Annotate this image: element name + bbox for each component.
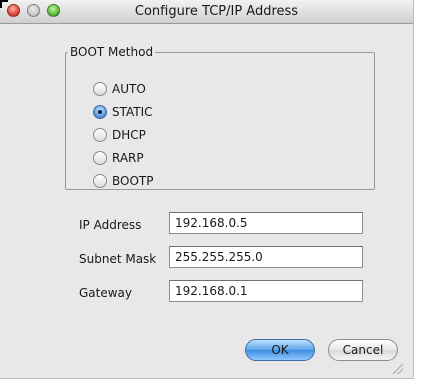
boot-method-legend: BOOT Method: [70, 45, 154, 59]
radio-rarp-button[interactable]: [93, 151, 107, 165]
corner-mark: [0, 0, 8, 8]
radio-rarp-label: RARP: [112, 151, 144, 165]
boot-method-group: BOOT Method AUTO STATIC DHCP RARP BOOTP: [65, 45, 375, 190]
radio-bootp[interactable]: BOOTP: [93, 172, 153, 190]
radio-dhcp-button[interactable]: [93, 128, 107, 142]
radio-static-button[interactable]: [93, 105, 107, 119]
radio-dhcp-label: DHCP: [112, 128, 146, 142]
window-title: Configure TCP/IP Address: [134, 4, 299, 19]
subnet-mask-label: Subnet Mask: [79, 252, 157, 266]
gateway-field[interactable]: [169, 280, 363, 302]
title-bar: Configure TCP/IP Address: [0, 0, 413, 24]
gateway-label: Gateway: [79, 286, 133, 300]
ip-address-field[interactable]: [169, 212, 363, 234]
ok-button[interactable]: OK: [245, 339, 315, 361]
radio-static[interactable]: STATIC: [93, 103, 153, 121]
radio-rarp[interactable]: RARP: [93, 149, 144, 167]
radio-bootp-button[interactable]: [93, 174, 107, 188]
radio-auto-button[interactable]: [93, 82, 107, 96]
radio-auto[interactable]: AUTO: [93, 80, 146, 98]
radio-auto-label: AUTO: [112, 82, 146, 96]
radio-bootp-label: BOOTP: [112, 174, 154, 188]
subnet-mask-field[interactable]: [169, 246, 363, 268]
radio-static-label: STATIC: [112, 105, 153, 119]
cancel-button[interactable]: Cancel: [328, 339, 398, 361]
radio-dhcp[interactable]: DHCP: [93, 126, 146, 144]
resize-grip[interactable]: [393, 364, 403, 374]
dialog-window: Configure TCP/IP Address BOOT Method AUT…: [0, 0, 414, 379]
ip-address-label: IP Address: [79, 218, 142, 232]
